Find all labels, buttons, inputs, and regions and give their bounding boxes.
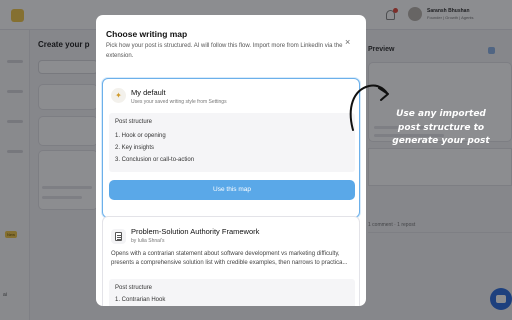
post-structure: Post structure 1. Hook or opening 2. Key… — [109, 113, 355, 172]
card-author: by Iulia Shnai's — [131, 238, 165, 244]
writing-map-modal: Choose writing map × Pick how your post … — [96, 15, 366, 306]
map-card-problem-solution[interactable]: Problem-Solution Authority Framework by … — [102, 216, 360, 306]
card-title: Problem-Solution Authority Framework — [131, 227, 260, 236]
modal-description: Pick how your post is structured. AI wil… — [106, 43, 343, 59]
card-title: My default — [131, 88, 166, 97]
modal-title: Choose writing map — [106, 29, 188, 39]
structure-step: 1. Contrarian Hook — [115, 297, 166, 303]
post-structure: Post structure 1. Contrarian Hook — [109, 279, 355, 306]
callout-text: Use any imported post structure to gener… — [392, 109, 490, 146]
map-card-default[interactable]: ✦ My default Uses your saved writing sty… — [102, 78, 360, 218]
structure-title: Post structure — [115, 285, 153, 291]
document-icon — [111, 229, 126, 244]
card-description: Opens with a contrarian statement about … — [111, 251, 348, 266]
use-this-map-button[interactable]: Use this map — [109, 180, 355, 200]
structure-title: Post structure — [115, 119, 153, 125]
structure-step: 3. Conclusion or call-to-action — [115, 157, 195, 163]
structure-step: 2. Key insights — [115, 145, 155, 151]
structure-step: 1. Hook or opening — [115, 133, 166, 139]
sparkle-icon: ✦ — [111, 88, 126, 103]
card-subtitle: Uses your saved writing style from Setti… — [131, 99, 227, 105]
